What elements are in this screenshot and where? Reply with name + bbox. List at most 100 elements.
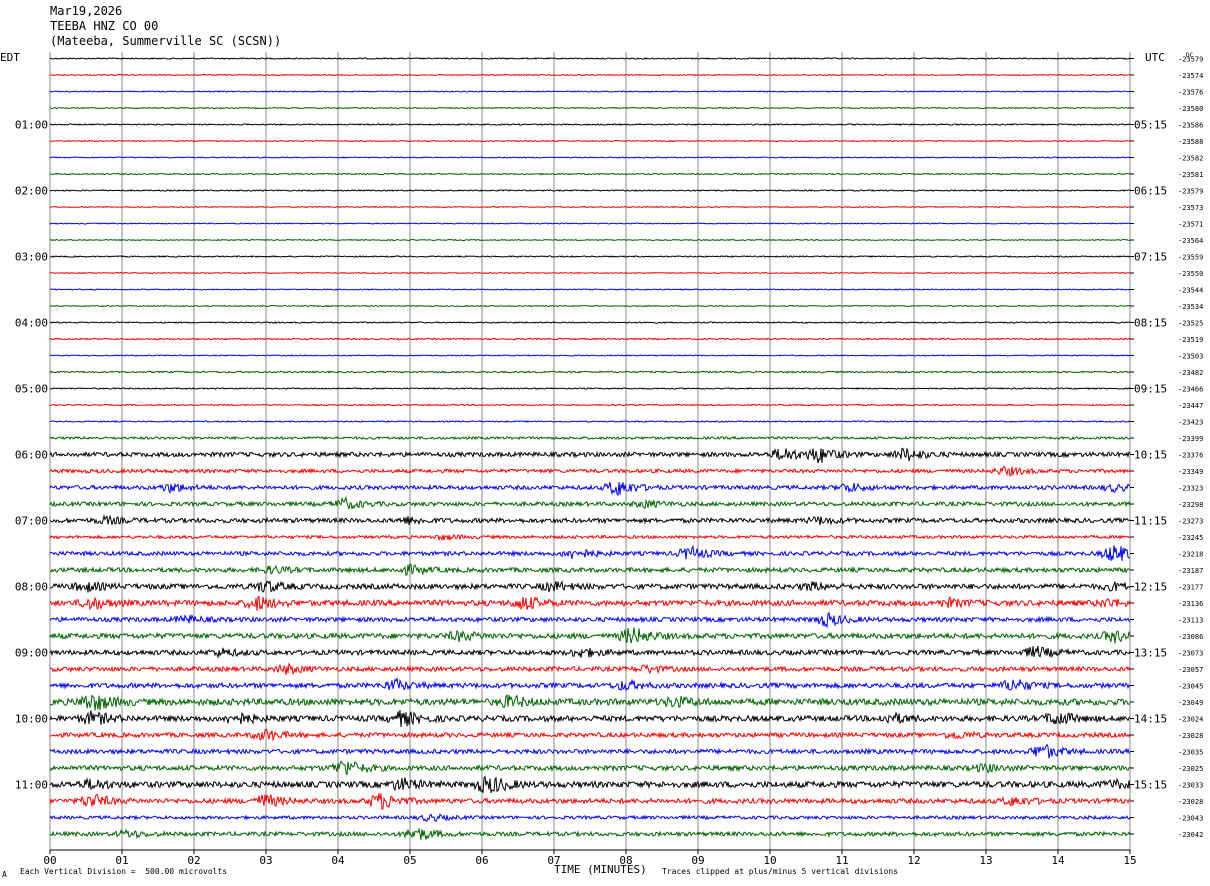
dc-offset-label: -23042 [1178,831,1203,839]
dc-column-title: DC [1186,52,1194,59]
trace-line [49,760,1131,776]
trace-line [49,123,1131,126]
left-hour-label: 02:00 [15,185,48,198]
x-tick-label: 12 [907,854,920,867]
right-hour-label: 15:15 [1134,779,1167,792]
left-hour-label: 08:00 [15,581,48,594]
dc-offset-label: -23534 [1178,303,1203,311]
trace-line [49,73,1131,77]
trace-line [50,255,1131,258]
dc-offset-label: -23025 [1178,765,1203,773]
dc-offset-label: -23024 [1178,716,1203,724]
x-tick-label: 13 [979,854,992,867]
seismogram-chart: 00 01 02 03 04 05 06 07 08 09 10 11 12 13 14 15-23579-2… [0,51,1203,867]
right-hour-label: 05:15 [1134,119,1167,132]
trace-line [49,222,1131,225]
dc-offset-label: -23028 [1178,732,1203,740]
left-axis-title: EDT [0,51,20,64]
dc-offset-label: -23086 [1178,633,1203,641]
trace-line [49,563,1131,576]
dc-offset-label: -23466 [1178,386,1203,394]
trace-line [49,465,1131,477]
x-tick-label: 06 [475,854,488,867]
x-tick-label: 15 [1123,854,1136,867]
trace-line [49,709,1131,728]
trace-line [49,271,1131,275]
left-hour-label: 11:00 [15,779,48,792]
left-hour-label: 09:00 [15,647,48,660]
x-tick-label: 01 [115,854,128,867]
left-hour-label: 04:00 [15,317,48,330]
left-hour-label: 05:00 [15,383,48,396]
trace-line [49,370,1131,374]
trace-line [49,595,1131,611]
dc-offset-label: -23423 [1178,419,1203,427]
dc-offset-label: -23043 [1178,815,1203,823]
trace-line [49,189,1130,192]
dc-offset-label: -23399 [1178,435,1203,443]
right-hour-label: 07:15 [1134,251,1167,264]
trace-line [49,645,1131,659]
trace-line [49,775,1131,794]
trace-line [49,580,1131,593]
trace-line [49,106,1131,110]
dc-offset-label: -23574 [1178,72,1203,80]
dc-offset-label: -23218 [1178,551,1203,559]
dc-offset-label: -23559 [1178,254,1203,262]
dc-offset-label: -23177 [1178,584,1203,592]
trace-line [49,447,1131,464]
dc-offset-label: -23045 [1178,683,1203,691]
trace-line [49,743,1131,759]
trace-line [49,435,1131,441]
trace-line [49,321,1131,324]
trace-line [49,481,1131,497]
x-axis-title: TIME (MINUTES) [554,863,647,876]
x-tick-label: 00 [43,854,56,867]
x-tick-label: 14 [1051,854,1065,867]
dc-offset-label: -23564 [1178,237,1203,245]
dc-offset-label: -23588 [1178,138,1203,146]
trace-line [49,793,1131,810]
right-hour-label: 08:15 [1134,317,1167,330]
trace-line [49,514,1131,526]
trace-line [49,156,1131,159]
x-tick-label: 09 [691,854,704,867]
left-hour-label: 07:00 [15,515,48,528]
dc-offset-label: -23187 [1178,567,1203,575]
dc-offset-label: -23323 [1178,485,1203,493]
scale-note: Each Vertical Division = 500.00 microvol… [20,867,228,876]
dc-offset-label: -23298 [1178,501,1203,509]
dc-offset-label: -23482 [1178,369,1203,377]
trace-line [49,544,1131,561]
trace-line [49,288,1131,291]
trace-group [49,57,1131,841]
dc-offset-label: -23033 [1178,782,1203,790]
dc-offset-label: -23376 [1178,452,1203,460]
trace-line [49,728,1131,742]
trace-line [49,420,1131,423]
dc-offset-label: -23113 [1178,617,1203,625]
chart-grid [49,52,1131,851]
right-hour-label: 13:15 [1134,647,1167,660]
trace-line [49,813,1131,822]
dc-offset-label: -23579 [1178,188,1203,196]
dc-offset-label: -23525 [1178,320,1203,328]
clip-note: Traces clipped at plus/minus 5 vertical … [662,867,899,876]
dc-offset-label: -23073 [1178,650,1203,658]
dc-offset-label: -23049 [1178,699,1203,707]
dc-offset-label: -23447 [1178,402,1203,410]
x-tick-label: 10 [763,854,776,867]
dc-offset-label: -23136 [1178,600,1203,608]
x-tick-label: 03 [259,854,272,867]
trace-line [49,694,1131,711]
dc-offset-label: -23057 [1178,666,1203,674]
right-hour-label: 10:15 [1134,449,1167,462]
trace-line [49,139,1131,143]
trace-line [49,627,1131,644]
right-hour-label: 12:15 [1134,581,1167,594]
dc-offset-label: -23586 [1178,122,1203,130]
trace-line [49,90,1130,93]
trace-line [49,677,1131,692]
dc-offset-label: -23028 [1178,798,1203,806]
dc-offset-label: -23544 [1178,287,1203,295]
